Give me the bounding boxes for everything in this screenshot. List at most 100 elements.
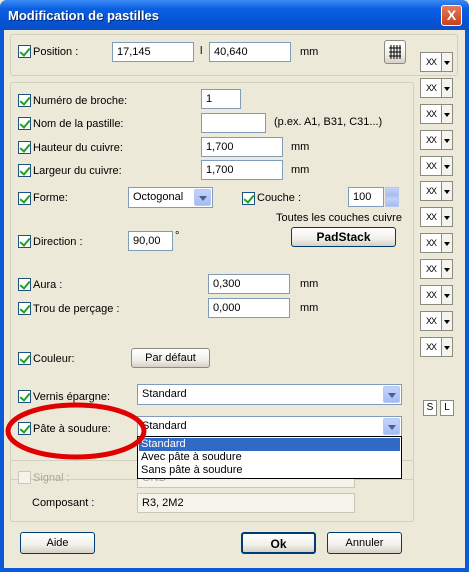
side-split-button[interactable]: XX [420,181,454,201]
side-split-button[interactable]: XX [420,233,454,253]
side-xx-button[interactable]: XX [420,104,442,124]
couche-spinner[interactable] [385,187,399,207]
broche-checkbox[interactable] [18,94,31,107]
largeur-label: Largeur du cuivre: [33,165,122,177]
side-split-button[interactable]: XX [420,285,454,305]
forme-checkbox[interactable] [18,192,31,205]
nom-checkbox[interactable] [18,117,31,130]
highlight-ellipse [5,402,147,460]
largeur-checkbox[interactable] [18,164,31,177]
broche-field[interactable]: 1 [201,89,241,109]
l-button[interactable]: L [440,400,454,416]
side-dropdown-arrow-icon[interactable] [442,104,453,124]
side-split-button[interactable]: XX [420,52,454,72]
side-xx-button[interactable]: XX [420,130,442,150]
position-x-field[interactable]: 17,145 [112,42,194,62]
s-button[interactable]: S [423,400,437,416]
help-button[interactable]: Aide [20,532,95,554]
forme-label: Forme: [33,192,68,204]
composant-field: R3, 2M2 [137,493,355,513]
option-avec-pate[interactable]: Avec pâte à soudure [139,451,400,464]
hauteur-checkbox[interactable] [18,141,31,154]
position-label: Position : [33,46,79,58]
chevron-down-icon[interactable] [194,189,211,206]
side-xx-button[interactable]: XX [420,259,442,279]
window-title: Modification de pastilles [8,8,159,23]
side-dropdown-arrow-icon[interactable] [442,337,453,357]
couleur-label: Couleur: [33,353,75,365]
side-dropdown-arrow-icon[interactable] [442,52,453,72]
direction-field[interactable]: 90,00 [128,231,173,251]
side-dropdown-arrow-icon[interactable] [442,130,453,150]
nom-field[interactable] [201,113,266,133]
side-dropdown-arrow-icon[interactable] [442,207,453,227]
side-split-button[interactable]: XX [420,207,454,227]
side-split-button[interactable]: XX [420,104,454,124]
ok-button[interactable]: Ok [241,532,316,554]
vernis-dropdown[interactable]: Standard [137,384,402,405]
pate-dropdown[interactable]: Standard [137,416,402,437]
trou-checkbox[interactable] [18,302,31,315]
side-dropdown-arrow-icon[interactable] [442,233,453,253]
nom-hint: (p.ex. A1, B31, C31...) [274,116,383,128]
position-separator: l [200,45,203,57]
aura-checkbox[interactable] [18,278,31,291]
couche-note: Toutes les couches cuivre [276,212,402,224]
dialog-window: Modification de pastilles X Position : 1… [0,0,469,572]
couche-field[interactable]: 100 [348,187,384,207]
side-split-button[interactable]: XX [420,337,454,357]
forme-value: Octogonal [133,191,184,203]
side-xx-button[interactable]: XX [420,337,442,357]
side-xx-button[interactable]: XX [420,78,442,98]
side-xx-button[interactable]: XX [420,181,442,201]
chevron-down-icon[interactable] [383,386,400,403]
side-split-button[interactable]: XX [420,156,454,176]
grid-icon [389,45,401,59]
couche-label: Couche : [257,192,302,204]
position-checkbox[interactable] [18,45,31,58]
side-xx-button[interactable]: XX [420,311,442,331]
hauteur-unit: mm [291,141,310,153]
side-xx-button[interactable]: XX [420,207,442,227]
position-y-field[interactable]: 40,640 [209,42,291,62]
side-dropdown-arrow-icon[interactable] [442,285,453,305]
spin-up-icon[interactable] [385,187,399,197]
trou-unit: mm [300,302,319,314]
option-standard[interactable]: Standard [139,438,400,451]
aura-field[interactable]: 0,300 [208,274,290,294]
hauteur-label: Hauteur du cuivre: [33,142,123,154]
direction-checkbox[interactable] [18,235,31,248]
side-xx-button[interactable]: XX [420,233,442,253]
side-dropdown-arrow-icon[interactable] [442,311,453,331]
trou-field[interactable]: 0,000 [208,298,290,318]
side-split-button[interactable]: XX [420,130,454,150]
grid-button[interactable] [384,40,406,64]
couleur-checkbox[interactable] [18,352,31,365]
couche-checkbox[interactable] [242,192,255,205]
title-bar[interactable]: Modification de pastilles X [0,0,469,30]
signal-checkbox[interactable] [18,471,31,484]
hauteur-field[interactable]: 1,700 [201,137,283,157]
side-dropdown-arrow-icon[interactable] [442,259,453,279]
chevron-down-icon[interactable] [383,418,400,435]
spin-down-icon[interactable] [385,197,399,207]
cancel-button[interactable]: Annuler [327,532,402,554]
side-split-button[interactable]: XX [420,78,454,98]
side-xx-button[interactable]: XX [420,156,442,176]
side-split-button[interactable]: XX [420,259,454,279]
side-xx-button[interactable]: XX [420,285,442,305]
side-dropdown-arrow-icon[interactable] [442,156,453,176]
side-dropdown-arrow-icon[interactable] [442,181,453,201]
pate-options-list[interactable]: Standard Avec pâte à soudure Sans pâte à… [137,436,402,479]
close-button[interactable]: X [441,5,462,26]
option-sans-pate[interactable]: Sans pâte à soudure [139,464,400,477]
side-split-button[interactable]: XX [420,311,454,331]
padstack-button[interactable]: PadStack [291,227,396,247]
largeur-field[interactable]: 1,700 [201,160,283,180]
dialog-client: Position : 17,145 l 40,640 mm Numéro de … [4,30,465,568]
side-dropdown-arrow-icon[interactable] [442,78,453,98]
couleur-default-button[interactable]: Par défaut [131,348,210,368]
direction-unit: ° [175,230,180,242]
side-xx-button[interactable]: XX [420,52,442,72]
forme-dropdown[interactable]: Octogonal [128,187,213,208]
